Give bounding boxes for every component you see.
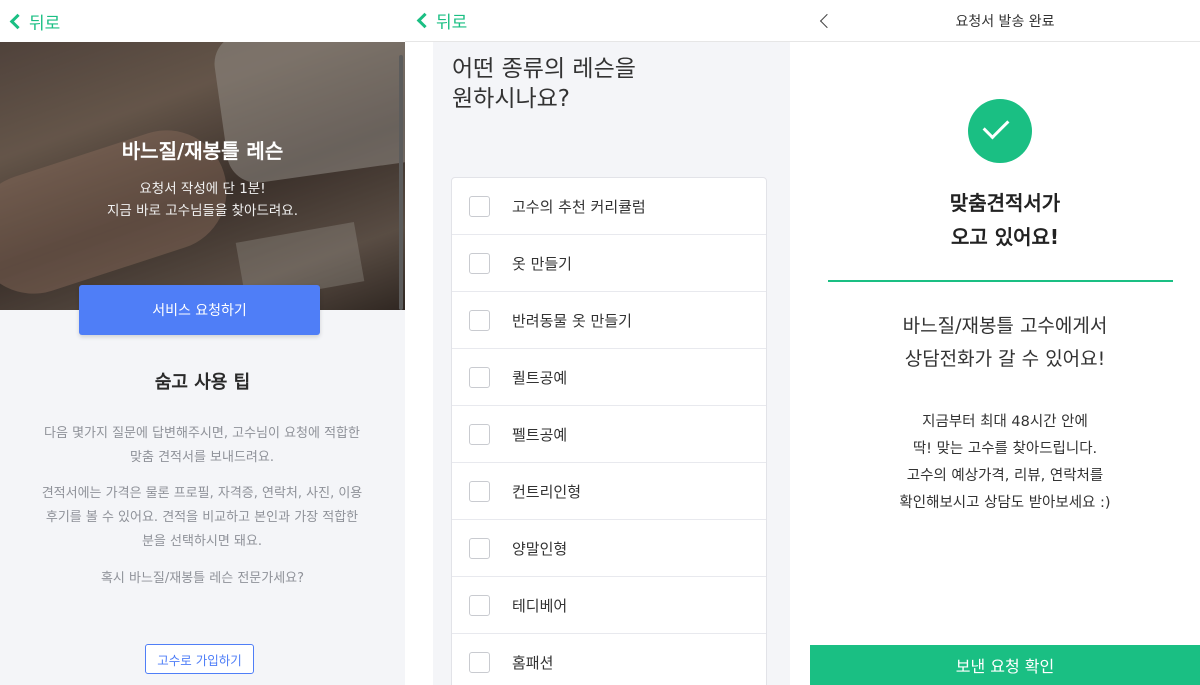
hero-image: 바느질/재봉틀 레슨 요청서 작성에 단 1분! 지금 바로 고수님들을 찾아드… (0, 42, 405, 310)
hero-title: 바느질/재봉틀 레슨 (121, 139, 284, 163)
pro-question: 혹시 바느질/재봉틀 레슨 전문가세요? (100, 571, 305, 586)
request-sent-screen: 요청서 발송 완료 맞춤견적서가 오고 있어요! 바느질/재봉틀 고수에게서 상… (810, 0, 1200, 685)
checkbox-icon[interactable] (469, 309, 490, 331)
option-label: 홈패션 (512, 654, 554, 672)
tips-title: 숨고 사용 팁 (154, 372, 251, 393)
checkmark-icon (982, 112, 1010, 140)
back-button[interactable]: 뒤로 (9, 9, 61, 34)
call-notice: 바느질/재봉틀 고수에게서 상담전화가 갈 수 있어요! (902, 315, 1108, 370)
chevron-left-icon[interactable] (819, 13, 835, 29)
checkbox-icon[interactable] (469, 480, 490, 502)
back-button[interactable]: 뒤로 (416, 8, 468, 33)
option-item[interactable]: 양말인형 (452, 520, 766, 577)
lesson-type-screen: 뒤로 어떤 종류의 레슨을 원하시나요? 고수의 추천 커리큘럼 옷 만들기 반… (405, 0, 810, 685)
back-label: 뒤로 (436, 13, 468, 33)
option-label: 옷 만들기 (512, 254, 572, 273)
option-label: 퀼트공예 (512, 368, 568, 387)
info-message: 지금부터 최대 48시간 안에 딱! 맞는 고수를 찾아드립니다. 고수의 예상… (899, 414, 1111, 511)
option-label: 펠트공예 (512, 425, 568, 444)
checkbox-icon[interactable] (469, 537, 490, 559)
checkbox-icon[interactable] (469, 195, 490, 217)
tips-paragraph: 견적서에는 가격은 물론 프로필, 자격증, 연락처, 사진, 이용 후기를 볼… (41, 486, 363, 549)
chevron-left-icon (416, 12, 433, 29)
tips-paragraph: 다음 몇가지 질문에 답변해주시면, 고수님이 요청에 적합한 맞춤 견적서를 … (44, 426, 360, 465)
done-title: 맞춤견적서가 오고 있어요! (949, 191, 1061, 249)
service-intro-screen: 뒤로 바느질/재봉틀 레슨 요청서 작성에 단 1분! 지금 바로 고수님들을 … (0, 0, 405, 685)
checkbox-icon[interactable] (469, 652, 490, 673)
option-item[interactable]: 컨트리인형 (452, 463, 766, 520)
top-bar: 요청서 발송 완료 (810, 0, 1200, 42)
checkbox-icon[interactable] (469, 366, 490, 388)
option-list: 고수의 추천 커리큘럼 옷 만들기 반려동물 옷 만들기 퀼트공예 펠트공예 컨… (451, 177, 767, 685)
option-item[interactable]: 옷 만들기 (452, 235, 766, 292)
checkbox-icon[interactable] (469, 594, 490, 616)
option-item[interactable]: 펠트공예 (452, 406, 766, 463)
option-label: 반려동물 옷 만들기 (512, 311, 632, 330)
option-label: 테디베어 (512, 596, 568, 615)
top-bar: 뒤로 (405, 0, 810, 42)
success-badge (968, 99, 1032, 163)
chevron-left-icon (9, 13, 26, 29)
option-item[interactable]: 퀼트공예 (452, 349, 766, 406)
checkbox-icon[interactable] (469, 423, 490, 445)
question-area: 어떤 종류의 레슨을 원하시나요? 고수의 추천 커리큘럼 옷 만들기 반려동물… (433, 42, 790, 685)
option-label: 컨트리인형 (512, 482, 582, 501)
page-title: 요청서 발송 완료 (955, 13, 1055, 30)
option-item[interactable]: 반려동물 옷 만들기 (452, 292, 766, 349)
option-item[interactable]: 테디베어 (452, 577, 766, 634)
divider (828, 280, 1173, 282)
view-sent-requests-button[interactable]: 보낸 요청 확인 (810, 645, 1200, 685)
hero-subtitle: 요청서 작성에 단 1분! 지금 바로 고수님들을 찾아드려요. (106, 181, 299, 219)
question-title: 어떤 종류의 레슨을 원하시나요? (452, 56, 636, 112)
checkbox-icon[interactable] (469, 252, 490, 274)
option-label: 양말인형 (512, 539, 568, 558)
scrollbar[interactable] (399, 55, 403, 310)
option-item[interactable]: 홈패션 (452, 634, 766, 685)
top-bar: 뒤로 (0, 0, 405, 42)
option-label: 고수의 추천 커리큘럼 (512, 197, 646, 216)
option-item[interactable]: 고수의 추천 커리큘럼 (452, 178, 766, 235)
tips-body: 다음 몇가지 질문에 답변해주시면, 고수님이 요청에 적합한 맞춤 견적서를 … (18, 422, 386, 566)
join-as-pro-button[interactable]: 고수로 가입하기 (145, 644, 254, 674)
back-label: 뒤로 (29, 13, 61, 34)
service-request-button[interactable]: 서비스 요청하기 (79, 285, 320, 335)
